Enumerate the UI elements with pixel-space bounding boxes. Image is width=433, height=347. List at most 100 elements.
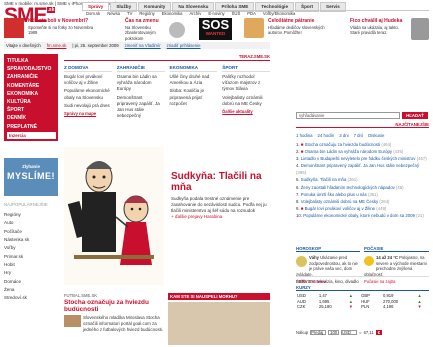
- news-link[interactable]: Volejbalisty oznámili dobrú na ME Česky: [222, 95, 270, 107]
- subnav-item[interactable]: Ekonomika: [162, 11, 183, 16]
- popular-item[interactable]: Hobit: [4, 261, 58, 269]
- feature-title[interactable]: Sudkyňa: Tlačili na mňa: [171, 171, 269, 193]
- subnav-item[interactable]: Newsa: [107, 11, 120, 16]
- kam-header[interactable]: KAM STE SI NAUSPELI MORHU?: [168, 293, 270, 301]
- login-link[interactable]: zriadiť prihlásenie: [167, 43, 201, 48]
- horoscope-header[interactable]: HOROSKOP: [296, 246, 360, 253]
- buy-label[interactable]: Nákup: [296, 330, 308, 335]
- amount-input[interactable]: 100: [328, 330, 340, 336]
- news-link[interactable]: Bugár loví prvákoví voličov aj v Žiline: [64, 74, 112, 86]
- search-button[interactable]: HĽADAŤ: [402, 112, 428, 119]
- list-item[interactable]: 3. Lietadlo v Budapešti nevyletelo pre h…: [296, 155, 429, 162]
- sub-nav: Dom.sk Newsa TV Regióny Ekonomika Archív…: [82, 10, 429, 16]
- tab-3-dni[interactable]: 3 dni: [339, 133, 348, 138]
- convert-button[interactable]: €: [375, 330, 383, 336]
- weather-header[interactable]: POČASIE: [364, 246, 429, 253]
- tab-1-hodina[interactable]: 1 hodina: [296, 133, 313, 138]
- news-link[interactable]: Sudi nevolajú prá dnes: [64, 103, 112, 109]
- story-category[interactable]: FUTBAL.SME.SK: [64, 293, 166, 298]
- nav-ekonomika[interactable]: EKONOMIKA: [7, 90, 56, 98]
- list-item[interactable]: 2. ■ Osama bin Ládin sa vyhráža národom …: [296, 148, 429, 155]
- site-link[interactable]: fm.sme.sk: [47, 43, 67, 48]
- nav-komentare[interactable]: KOMENTÁRE: [7, 82, 56, 90]
- promo-text: Vláda sa ukázala, aj takto. Staré pravid…: [350, 25, 399, 36]
- list-item[interactable]: 10. Populárne ekonomické obaly, ktoré ne…: [296, 212, 429, 219]
- nav-kultura[interactable]: KULTÚRA: [7, 98, 56, 106]
- promo-zmena[interactable]: Čas na zmenu Na Slovensku zbankrotovaným…: [125, 18, 235, 41]
- news-link[interactable]: Populárne ekonomické obaly na Slovensku: [64, 88, 112, 100]
- news-link[interactable]: Demonštrant pripravený zapáliť. Ja Jan H…: [117, 95, 165, 120]
- promo-fico[interactable]: Fico chválil aj Hudeka Vláda sa ukázala,…: [350, 18, 429, 40]
- list-item[interactable]: 6. Ženy zaostali hľadaním technologickýc…: [296, 184, 429, 191]
- popular-item[interactable]: Nástenka sk: [4, 236, 58, 244]
- popular-item[interactable]: Regióny: [4, 211, 58, 219]
- promo-november[interactable]: Kde ste boli v Novembri? Spomeňte si na …: [4, 18, 102, 40]
- popular-item[interactable]: Voľby: [4, 244, 58, 252]
- weather-body: 14 až 24 °C Polojasno, na severe a výcho…: [364, 255, 429, 277]
- nav-titulka[interactable]: TITULKA: [7, 57, 56, 65]
- nav-sport[interactable]: ŠPORT: [7, 106, 56, 114]
- list-item[interactable]: 4. Demonštrant pripravený zapáliť. Ja Ja…: [296, 162, 429, 176]
- list-item[interactable]: 5. Sudkyňa: Tlačili na mňa (361): [296, 176, 429, 183]
- section-menu: TITULKA SPRAVODAJSTVO ZAHRANIČIE KOMENTÁ…: [4, 54, 58, 141]
- item-count: (464): [381, 142, 392, 147]
- col-header[interactable]: EKONOMIKA: [169, 65, 218, 72]
- news-link[interactable]: Paliťky rozhodol víťazom majstrov z týmo…: [222, 74, 270, 93]
- promo-patranie[interactable]: Celoštátne pátranie Hľadáme dedičov slov…: [244, 18, 344, 40]
- news-link[interactable]: Osama bin Ládin sa vyhráža národom Európ…: [117, 74, 165, 93]
- banner-big-text: MYSLÍME!: [7, 171, 55, 182]
- tab-7-dni[interactable]: 7 dní: [354, 133, 364, 138]
- list-item[interactable]: 9. ■ Bugár loví prvákoví voličov aj v Ži…: [296, 205, 429, 212]
- popular-item[interactable]: Stredoví.sk: [4, 294, 58, 302]
- currency-header[interactable]: KURZY: [296, 285, 429, 292]
- nav-inzercia[interactable]: Inzercia: [7, 131, 56, 139]
- subnav-item[interactable]: Voľby/Ekonomika: [263, 11, 295, 16]
- popular-item[interactable]: Žena: [4, 286, 58, 294]
- nav-dennik[interactable]: DENNÍK: [7, 114, 56, 122]
- popular-item[interactable]: Počítače: [4, 228, 58, 236]
- mode-select[interactable]: Predaj: [310, 330, 327, 336]
- col-header[interactable]: Z DOMOVA: [64, 65, 112, 72]
- list-item[interactable]: 7. Ponuka úmrtí ško alebo plus u nás (35…: [296, 191, 429, 198]
- news-link[interactable]: Ušlé činy druhé nad Amerikou a Ázia: [170, 74, 218, 86]
- subnav-item[interactable]: E-noviny: [208, 11, 224, 16]
- popular-item[interactable]: Primar.sk: [4, 253, 58, 261]
- list-item[interactable]: 1. ■ Stocha označuju za hviezdu budúcnos…: [296, 141, 429, 148]
- news-link[interactable]: Sloba: Koaličia je pripravená prijať roz…: [170, 88, 218, 107]
- item-count: (351): [367, 191, 378, 197]
- subnav-item[interactable]: Archív: [189, 11, 201, 16]
- nav-zahranicie[interactable]: ZAHRANIČIE: [7, 73, 56, 81]
- subnav-item[interactable]: PDA: [247, 11, 256, 16]
- myslime-banner[interactable]: Zlyhanie MYSLÍME!: [4, 157, 58, 196]
- services-links[interactable]: SERVISY: televízia, kino, divadlo: [296, 276, 429, 284]
- subnav-item[interactable]: Dom.sk: [86, 11, 100, 16]
- search-input[interactable]: vyhľadávanie: [296, 112, 400, 119]
- list-item[interactable]: 8. Volejbalisty oznámili dobrú na ME Čes…: [296, 198, 429, 205]
- tab-24-hodin[interactable]: 24 hodín: [318, 133, 335, 138]
- rank: 3.: [296, 156, 300, 162]
- popular-item[interactable]: Auto: [4, 219, 58, 227]
- col-header[interactable]: ZAHRANIČIE: [116, 65, 165, 72]
- caricature-illustration[interactable]: [64, 147, 164, 285]
- popular-item[interactable]: Hry: [4, 269, 58, 277]
- tab-diskusie[interactable]: Diskusie: [368, 133, 384, 138]
- currency-select[interactable]: USD: [341, 330, 358, 336]
- popular-list: NAJPOPULÁRNEJŠIE Regióny Auto Počítače N…: [4, 201, 58, 303]
- story-thumbnail[interactable]: [64, 315, 81, 328]
- subnav-item[interactable]: TV: [127, 11, 132, 16]
- feature-related-link[interactable]: + ďalšie prejavy Harabina: [171, 214, 269, 220]
- teraz-header[interactable]: TERAZ.SME.SK: [64, 54, 270, 62]
- more-news-link[interactable]: Ďalšie aktuality: [222, 109, 270, 114]
- col-header[interactable]: ŠPORT: [222, 65, 270, 72]
- nav-preplatne[interactable]: PREPLATNÉ: [7, 123, 56, 131]
- map-link[interactable]: Správy na mape: [64, 111, 112, 116]
- item-title: Lietadlo v Budapešti nevyletelo pre hádk…: [300, 156, 416, 162]
- kam-image[interactable]: [168, 302, 270, 346]
- trend-icon: ▼: [417, 304, 422, 310]
- change-link[interactable]: zmeniť na Vladimír: [125, 43, 161, 48]
- nav-spravodajstvo[interactable]: SPRAVODAJSTVO: [7, 65, 56, 73]
- subnav-item[interactable]: ŠÚŠ: [232, 11, 241, 16]
- story-title[interactable]: Stocha označuju za hviezdu budúcnosti: [64, 299, 166, 313]
- subnav-item[interactable]: Regióny: [139, 11, 154, 16]
- popular-item[interactable]: Domáce: [4, 278, 58, 286]
